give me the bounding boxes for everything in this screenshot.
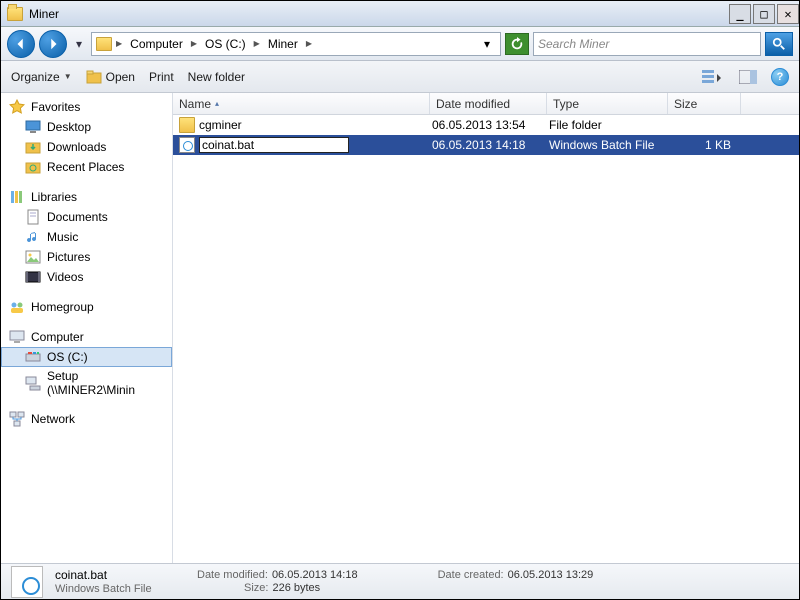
preview-pane-button[interactable] — [735, 66, 761, 88]
sort-ascending-icon: ▴ — [215, 99, 219, 108]
titlebar: Miner _ □ ✕ — [1, 1, 799, 27]
chevron-down-icon: ▼ — [64, 72, 72, 81]
print-button[interactable]: Print — [149, 70, 174, 84]
documents-icon — [25, 209, 41, 225]
forward-button[interactable] — [39, 30, 67, 58]
column-headers: Name▴ Date modified Type Size — [173, 93, 799, 115]
libraries-icon — [9, 189, 25, 205]
sidebar-item-desktop[interactable]: Desktop — [1, 117, 172, 137]
main: Favorites Desktop Downloads Recent Place… — [1, 93, 799, 563]
downloads-icon — [25, 139, 41, 155]
column-date[interactable]: Date modified — [430, 93, 547, 114]
view-button[interactable] — [699, 66, 725, 88]
column-name[interactable]: Name▴ — [173, 93, 430, 114]
chevron-right-icon[interactable]: ▶ — [189, 39, 199, 48]
open-button[interactable]: Open — [86, 69, 135, 85]
sidebar-head-libraries[interactable]: Libraries — [1, 187, 172, 207]
navbar: ▾ ▶ Computer ▶ OS (C:) ▶ Miner ▶ ▾ Searc… — [1, 27, 799, 61]
details-name-col: coinat.bat Windows Batch File — [55, 568, 185, 595]
sidebar-computer: Computer OS (C:) Setup (\\MINER2\Minin — [1, 327, 172, 399]
file-row-bat[interactable]: 06.05.2013 14:18 Windows Batch File 1 KB — [173, 135, 799, 155]
sidebar: Favorites Desktop Downloads Recent Place… — [1, 93, 173, 563]
sidebar-homegroup: Homegroup — [1, 297, 172, 317]
search-button[interactable] — [765, 32, 793, 56]
sidebar-libraries: Libraries Documents Music Pictures Video… — [1, 187, 172, 287]
music-icon — [25, 229, 41, 245]
pictures-icon — [25, 249, 41, 265]
sidebar-item-network-drive[interactable]: Setup (\\MINER2\Minin — [1, 367, 172, 399]
desktop-icon — [25, 119, 41, 135]
computer-icon — [9, 329, 25, 345]
sidebar-head-network[interactable]: Network — [1, 409, 172, 429]
details-meta: Date modified:06.05.2013 14:18 Date crea… — [197, 569, 593, 594]
toolbar-right: ? — [699, 66, 789, 88]
network-drive-icon — [25, 375, 41, 391]
sidebar-item-recent[interactable]: Recent Places — [1, 157, 172, 177]
history-dropdown[interactable]: ▾ — [71, 33, 87, 55]
column-type[interactable]: Type — [547, 93, 668, 114]
search-placeholder: Search Miner — [538, 37, 609, 51]
recent-icon — [25, 159, 41, 175]
drive-icon — [25, 349, 41, 365]
sidebar-network: Network — [1, 409, 172, 429]
file-name-cell — [199, 137, 432, 153]
details-pane: coinat.bat Windows Batch File Date modif… — [1, 563, 799, 599]
network-icon — [9, 411, 25, 427]
organize-button[interactable]: Organize▼ — [11, 70, 72, 84]
column-spacer — [741, 93, 799, 114]
breadcrumb-dropdown[interactable]: ▾ — [478, 37, 496, 51]
file-row-folder[interactable]: cgminer 06.05.2013 13:54 File folder — [173, 115, 799, 135]
chevron-right-icon[interactable]: ▶ — [114, 39, 124, 48]
star-icon — [9, 99, 25, 115]
details-file-icon — [11, 566, 43, 598]
sidebar-item-documents[interactable]: Documents — [1, 207, 172, 227]
sidebar-item-downloads[interactable]: Downloads — [1, 137, 172, 157]
folder-icon — [179, 117, 195, 133]
batch-file-icon — [179, 137, 195, 153]
maximize-button[interactable]: □ — [753, 4, 775, 24]
breadcrumb-item-drive[interactable]: OS (C:) — [201, 37, 250, 51]
breadcrumb-folder-icon — [96, 37, 112, 51]
sidebar-head-computer[interactable]: Computer — [1, 327, 172, 347]
details-filename: coinat.bat — [55, 568, 185, 582]
breadcrumb-item-computer[interactable]: Computer — [126, 37, 187, 51]
file-pane: Name▴ Date modified Type Size cgminer 06… — [173, 93, 799, 563]
homegroup-icon — [9, 299, 25, 315]
rename-input[interactable] — [199, 137, 349, 153]
sidebar-item-drive-c[interactable]: OS (C:) — [1, 347, 172, 367]
close-button[interactable]: ✕ — [777, 4, 799, 24]
search-input[interactable]: Search Miner — [533, 32, 761, 56]
column-size[interactable]: Size — [668, 93, 741, 114]
window-title: Miner — [29, 7, 59, 21]
chevron-right-icon[interactable]: ▶ — [304, 39, 314, 48]
minimize-button[interactable]: _ — [729, 4, 751, 24]
new-folder-button[interactable]: New folder — [188, 70, 245, 84]
breadcrumb-item-folder[interactable]: Miner — [264, 37, 302, 51]
sidebar-item-pictures[interactable]: Pictures — [1, 247, 172, 267]
sidebar-head-favorites[interactable]: Favorites — [1, 97, 172, 117]
refresh-button[interactable] — [505, 33, 529, 55]
sidebar-item-music[interactable]: Music — [1, 227, 172, 247]
window-buttons: _ □ ✕ — [727, 4, 799, 24]
window-folder-icon — [7, 7, 23, 21]
details-filetype: Windows Batch File — [55, 583, 185, 595]
open-icon — [86, 69, 102, 85]
videos-icon — [25, 269, 41, 285]
sidebar-item-videos[interactable]: Videos — [1, 267, 172, 287]
breadcrumb[interactable]: ▶ Computer ▶ OS (C:) ▶ Miner ▶ ▾ — [91, 32, 501, 56]
sidebar-head-homegroup[interactable]: Homegroup — [1, 297, 172, 317]
sidebar-favorites: Favorites Desktop Downloads Recent Place… — [1, 97, 172, 177]
back-button[interactable] — [7, 30, 35, 58]
toolbar: Organize▼ Open Print New folder ? — [1, 61, 799, 93]
file-list[interactable]: cgminer 06.05.2013 13:54 File folder 06.… — [173, 115, 799, 563]
help-button[interactable]: ? — [771, 68, 789, 86]
chevron-right-icon[interactable]: ▶ — [252, 39, 262, 48]
